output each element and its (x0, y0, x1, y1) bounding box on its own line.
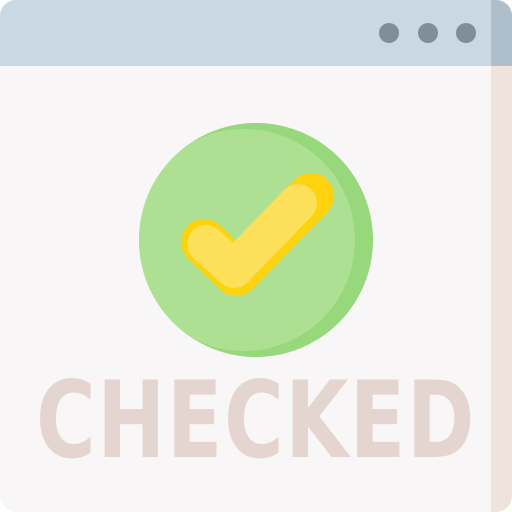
checked-caption: CHECKED (36, 359, 476, 482)
title-bar-shade (491, 0, 512, 66)
window-control-3[interactable] (456, 23, 476, 43)
window-control-2[interactable] (418, 23, 438, 43)
window-body-shade (491, 0, 512, 512)
browser-window: CHECKED (0, 0, 512, 512)
window-control-1[interactable] (379, 23, 399, 43)
checked-window-illustration: CHECKED (0, 0, 512, 512)
